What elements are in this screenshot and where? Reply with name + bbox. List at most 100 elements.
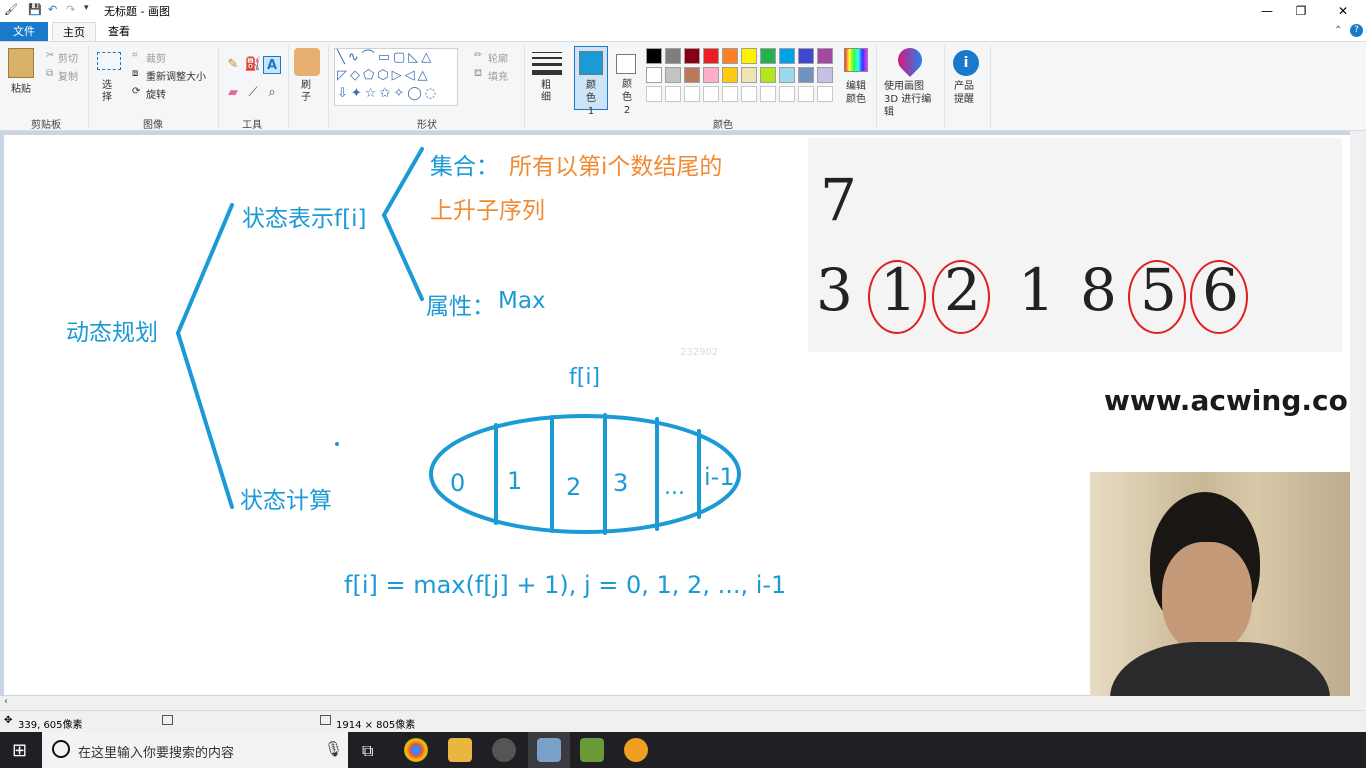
fi-label: f[i]	[569, 365, 601, 390]
palette-color-swatch[interactable]	[779, 48, 795, 64]
palette-color-swatch[interactable]	[741, 67, 757, 83]
paint3d-icon[interactable]	[893, 43, 927, 77]
cut-button[interactable]: 剪切	[58, 50, 78, 65]
palette-color-swatch[interactable]	[760, 48, 776, 64]
red-circle-annotation	[932, 260, 990, 334]
custom-color-slot[interactable]	[741, 86, 757, 102]
help-icon[interactable]: ?	[1350, 24, 1363, 37]
custom-color-slot[interactable]	[779, 86, 795, 102]
restore-button[interactable]: ❐	[1278, 0, 1324, 22]
fill-icon[interactable]: ⛾	[474, 68, 482, 81]
palette-color-swatch[interactable]	[779, 67, 795, 83]
branch-line-attr	[382, 213, 424, 301]
copy-icon[interactable]: ⧉	[46, 68, 53, 79]
custom-color-slot[interactable]	[722, 86, 738, 102]
color2-label: 颜色 2	[622, 79, 632, 116]
eraser-icon[interactable]: ▰	[224, 84, 242, 102]
text-tool-icon[interactable]: A	[263, 56, 281, 74]
copy-button[interactable]: 复制	[58, 68, 78, 83]
product-alert-button[interactable]: 产品提醒	[954, 80, 978, 106]
palette-color-swatch[interactable]	[665, 67, 681, 83]
fill-bucket-icon[interactable]: ⛽	[244, 56, 262, 74]
chrome-icon[interactable]	[404, 738, 428, 762]
file-explorer-icon[interactable]	[448, 738, 472, 762]
palette-color-swatch[interactable]	[646, 67, 662, 83]
custom-color-slot[interactable]	[798, 86, 814, 102]
taskbar-active-app[interactable]	[528, 732, 570, 768]
taskbar-search[interactable]: 在这里输入你要搜索的内容 🎙	[42, 732, 348, 768]
brushes-button[interactable]: 刷子	[301, 80, 313, 104]
palette-color-swatch[interactable]	[760, 67, 776, 83]
resize-icon[interactable]: ⧈	[132, 68, 138, 79]
custom-color-slot[interactable]	[817, 86, 833, 102]
palette-color-swatch[interactable]	[703, 48, 719, 64]
tab-home[interactable]: 主页	[52, 22, 96, 41]
custom-color-slot[interactable]	[646, 86, 662, 102]
outline-button[interactable]: 轮廓	[488, 50, 508, 65]
palette-color-swatch[interactable]	[703, 67, 719, 83]
microphone-icon[interactable]: 🎙	[324, 740, 343, 758]
collapse-ribbon-icon[interactable]: ⌃	[1334, 25, 1342, 36]
edit-colors-button[interactable]: 编辑颜色	[846, 80, 868, 106]
select-icon[interactable]	[97, 52, 121, 70]
palette-color-swatch[interactable]	[722, 67, 738, 83]
rotate-icon[interactable]: ⟳	[132, 86, 140, 97]
map-app-icon[interactable]	[580, 738, 604, 762]
obs-icon[interactable]	[492, 738, 516, 762]
paint3d-button[interactable]: 使用画图 3D 进行编辑	[884, 80, 940, 119]
palette-color-swatch[interactable]	[741, 48, 757, 64]
color2-button[interactable]: 颜色 2	[612, 46, 642, 116]
pencil-icon[interactable]: ✎	[224, 56, 242, 74]
shapes-gallery[interactable]: ╲∿⌒▭▢◺△ ◸◇⬠⬡▷◁△ ⇩✦☆✩✧◯◌	[334, 48, 458, 106]
attr-value: Max	[498, 288, 546, 314]
save-icon[interactable]: 💾	[28, 3, 42, 16]
crop-button[interactable]: 裁剪	[146, 50, 166, 65]
palette-color-swatch[interactable]	[798, 48, 814, 64]
undo-icon[interactable]: ↶	[48, 3, 57, 16]
custom-color-slot[interactable]	[703, 86, 719, 102]
vertical-scrollbar[interactable]	[1350, 131, 1366, 696]
close-button[interactable]: ✕	[1320, 0, 1366, 22]
set-line2: 上升子序列	[430, 198, 545, 224]
person-face	[1162, 542, 1252, 652]
color-picker-icon[interactable]: ⟋	[244, 84, 262, 102]
tab-view[interactable]: 查看	[98, 22, 140, 41]
palette-color-swatch[interactable]	[684, 67, 700, 83]
custom-color-slot[interactable]	[760, 86, 776, 102]
brush-icon[interactable]	[294, 48, 320, 76]
size-button[interactable]: 粗细	[541, 80, 553, 104]
crop-icon[interactable]: ⌗	[132, 50, 138, 61]
resize-button[interactable]: 重新调整大小	[146, 68, 206, 83]
app-icon[interactable]	[624, 738, 648, 762]
scroll-left-icon[interactable]: ‹	[4, 696, 8, 707]
cut-icon[interactable]: ✂	[46, 50, 54, 61]
edit-colors-icon[interactable]	[844, 48, 868, 72]
info-icon[interactable]: i	[953, 50, 979, 76]
outline-icon[interactable]: ✏	[474, 50, 482, 61]
cell-label: 0	[450, 469, 466, 497]
tab-file[interactable]: 文件	[0, 22, 48, 41]
task-view-icon[interactable]: ⧉	[362, 741, 373, 761]
selection-size-icon	[162, 715, 173, 725]
fill-button[interactable]: 填充	[488, 68, 508, 83]
customize-qat-icon[interactable]: ▾	[84, 3, 89, 13]
windows-start-icon[interactable]: ⊞	[12, 740, 27, 761]
custom-color-slot[interactable]	[665, 86, 681, 102]
size-icon[interactable]	[532, 52, 562, 75]
palette-color-swatch[interactable]	[646, 48, 662, 64]
palette-color-swatch[interactable]	[817, 67, 833, 83]
magnifier-icon[interactable]: ⌕	[263, 84, 281, 102]
palette-color-swatch[interactable]	[665, 48, 681, 64]
rotate-button[interactable]: 旋转	[146, 86, 166, 101]
palette-color-swatch[interactable]	[817, 48, 833, 64]
paste-button[interactable]: 粘贴	[11, 80, 31, 95]
custom-color-slot[interactable]	[684, 86, 700, 102]
state-repr-node: 状态表示f[i]	[242, 206, 367, 232]
palette-color-swatch[interactable]	[798, 67, 814, 83]
palette-color-swatch[interactable]	[684, 48, 700, 64]
select-button[interactable]: 选择	[102, 80, 114, 104]
horizontal-scrollbar[interactable]: ‹	[0, 696, 1366, 710]
redo-icon[interactable]: ↷	[66, 3, 75, 16]
palette-color-swatch[interactable]	[722, 48, 738, 64]
color1-button[interactable]: 颜色 1	[574, 46, 608, 117]
